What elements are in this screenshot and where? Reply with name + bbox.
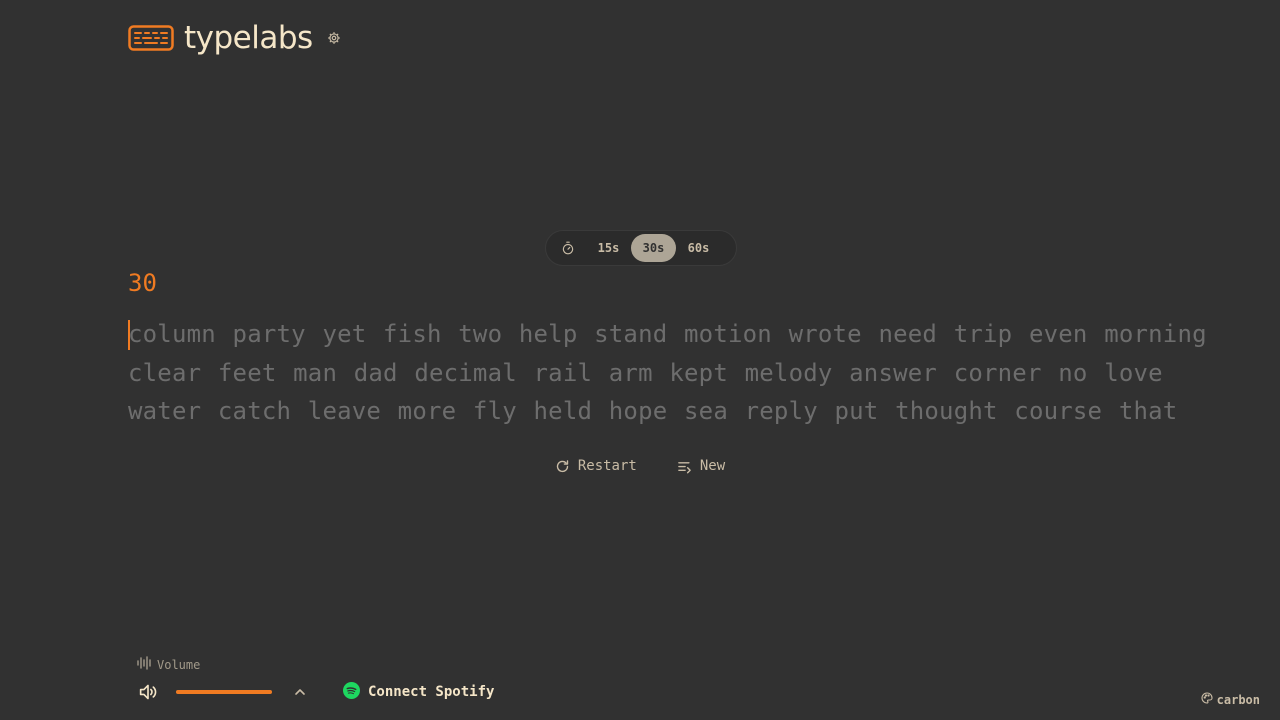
new-label: New: [699, 458, 726, 474]
time-selector: 15s 30s 60s: [545, 230, 737, 266]
gear-icon[interactable]: [325, 29, 343, 47]
typing-area[interactable]: column party yet fish two help stand mot…: [128, 315, 1207, 431]
connect-spotify-button[interactable]: Connect Spotify: [343, 681, 495, 703]
new-test-button[interactable]: New: [677, 455, 725, 477]
brand-name[interactable]: typelabs: [184, 18, 313, 58]
volume-label: Volume: [137, 656, 200, 673]
palette-icon: [1201, 692, 1213, 707]
stopwatch-icon: [550, 234, 586, 262]
chevron-up-icon[interactable]: [293, 685, 307, 699]
word-line: column party yet fish two help stand mot…: [128, 320, 1207, 348]
theme-button[interactable]: carbon: [1201, 692, 1260, 707]
refresh-icon: [555, 459, 570, 474]
keyboard-icon[interactable]: [128, 24, 174, 52]
speaker-icon[interactable]: [137, 681, 159, 703]
volume-slider[interactable]: [176, 690, 272, 694]
time-option-15s[interactable]: 15s: [586, 234, 631, 262]
time-option-60s[interactable]: 60s: [676, 234, 721, 262]
test-actions: Restart New: [0, 455, 1280, 477]
volume-label-text: Volume: [157, 657, 201, 672]
spotify-icon: [343, 681, 360, 703]
waveform-icon: [137, 656, 153, 673]
spotify-label: Connect Spotify: [368, 684, 495, 700]
header: typelabs: [128, 18, 343, 58]
word-line: clear feet man dad decimal rail arm kept…: [128, 358, 1163, 387]
countdown-timer: 30: [128, 269, 157, 297]
theme-label: carbon: [1216, 692, 1260, 707]
restart-label: Restart: [577, 458, 637, 474]
time-option-30s[interactable]: 30s: [631, 234, 676, 262]
restart-button[interactable]: Restart: [555, 455, 637, 477]
audio-controls: Connect Spotify: [137, 681, 494, 703]
word-line: water catch leave more fly held hope sea…: [128, 397, 1178, 425]
app-root: typelabs 15s 30s 60s 30 column party yet…: [0, 0, 1280, 720]
text-caret: [128, 320, 130, 350]
list-icon: [677, 459, 692, 474]
volume-slider-fill: [176, 690, 272, 694]
